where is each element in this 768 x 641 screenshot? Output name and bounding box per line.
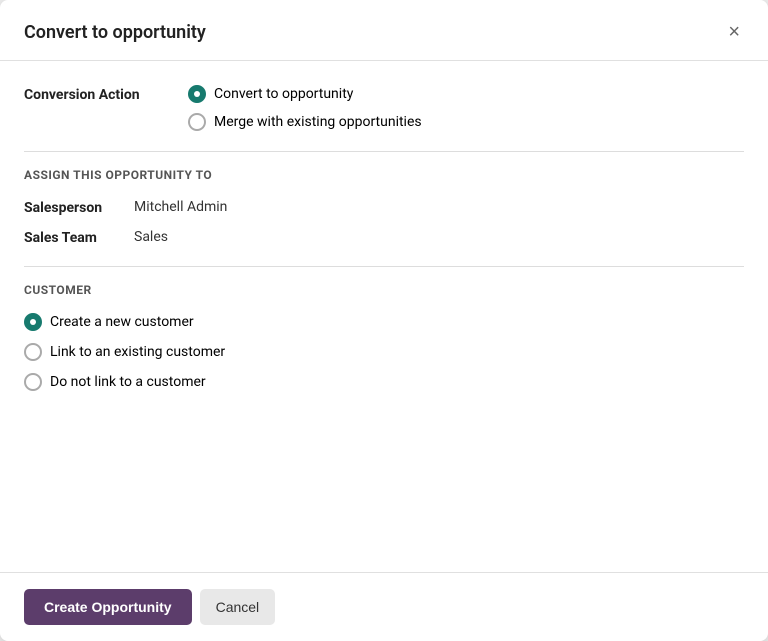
merge-label: Merge with existing opportunities [214,114,422,130]
merge-option[interactable]: Merge with existing opportunities [188,113,422,131]
no-customer-label: Do not link to a customer [50,374,206,390]
conversion-action-label: Conversion Action [24,85,164,103]
new-customer-option[interactable]: Create a new customer [24,313,744,331]
no-customer-radio[interactable] [24,373,42,391]
new-customer-label: Create a new customer [50,314,194,330]
customer-options: Create a new customer Link to an existin… [24,313,744,391]
salesperson-row: Salesperson Mitchell Admin [24,198,744,216]
cancel-button[interactable]: Cancel [200,589,276,625]
dialog-footer: Create Opportunity Cancel [0,572,768,641]
existing-customer-option[interactable]: Link to an existing customer [24,343,744,361]
sales-team-label: Sales Team [24,228,134,246]
salesperson-label: Salesperson [24,198,134,216]
sales-team-value: Sales [134,229,168,245]
new-customer-radio[interactable] [24,313,42,331]
dialog-body: Conversion Action Convert to opportunity… [0,61,768,572]
salesperson-value: Mitchell Admin [134,199,227,215]
assign-divider [24,151,744,152]
merge-radio[interactable] [188,113,206,131]
sales-team-row: Sales Team Sales [24,228,744,246]
create-opportunity-button[interactable]: Create Opportunity [24,589,192,625]
no-customer-option[interactable]: Do not link to a customer [24,373,744,391]
conversion-action-section: Conversion Action Convert to opportunity… [24,85,744,131]
assign-section-title: ASSIGN THIS OPPORTUNITY TO [24,168,744,182]
existing-customer-radio[interactable] [24,343,42,361]
dialog-header: Convert to opportunity × [0,0,768,61]
dialog-title: Convert to opportunity [24,22,206,43]
convert-radio[interactable] [188,85,206,103]
close-button[interactable]: × [724,20,744,44]
customer-section-title: CUSTOMER [24,283,744,297]
conversion-action-options: Convert to opportunity Merge with existi… [188,85,422,131]
existing-customer-label: Link to an existing customer [50,344,225,360]
customer-divider [24,266,744,267]
dialog-container: Convert to opportunity × Conversion Acti… [0,0,768,641]
convert-label: Convert to opportunity [214,86,353,102]
convert-option[interactable]: Convert to opportunity [188,85,422,103]
